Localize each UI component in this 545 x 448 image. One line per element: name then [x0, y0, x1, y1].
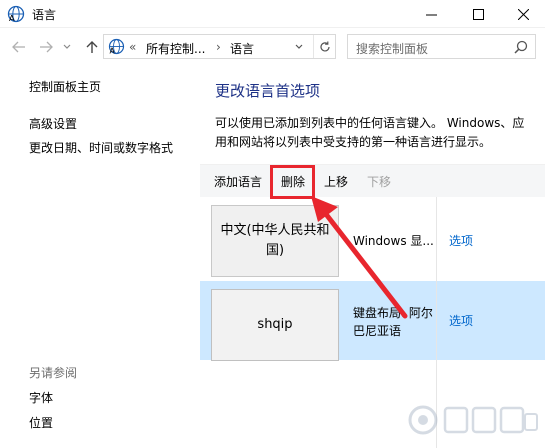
add-language-button[interactable]: 添加语言 [214, 173, 262, 190]
arrow-up-icon [86, 41, 98, 53]
chevron-down-icon [63, 44, 71, 49]
maximize-button[interactable] [455, 0, 501, 28]
minimize-icon [425, 14, 437, 15]
refresh-button[interactable] [313, 35, 336, 58]
page-title: 更改语言首选项 [215, 82, 321, 100]
arrow-right-icon [40, 41, 53, 53]
up-button[interactable] [82, 37, 102, 57]
back-button[interactable] [9, 37, 29, 57]
control-panel-home-link[interactable]: 控制面板主页 [29, 78, 101, 95]
language-tile[interactable]: 中文(中华人民共和国) [211, 205, 339, 277]
address-separator[interactable]: › [216, 40, 221, 54]
svg-text:A: A [9, 14, 15, 23]
chevron-down-icon [295, 44, 303, 49]
see-also-heading: 另请参阅 [29, 366, 78, 380]
language-status: Windows 显... [353, 234, 434, 248]
forward-button[interactable] [36, 37, 56, 57]
move-up-button[interactable]: 上移 [324, 173, 348, 190]
page-description: 可以使用已添加到列表中的任何语言键入。 Windows、应用和网站将以列表中受支… [215, 116, 525, 149]
location-link[interactable]: 位置 [29, 414, 53, 431]
left-navigation-pane: 控制面板主页 高级设置 更改日期、时间或数字格式 另请参阅 字体 位置 [0, 64, 200, 448]
watermark-logo [408, 405, 538, 435]
recent-locations-button[interactable] [61, 37, 73, 57]
address-segment-control-panel[interactable]: 所有控制... [146, 40, 205, 57]
address-overflow[interactable]: « [129, 40, 136, 54]
minimize-button[interactable] [408, 0, 454, 28]
language-options-link[interactable]: 选项 [449, 312, 473, 329]
language-icon: A [7, 5, 25, 23]
title-bar: A 语言 [0, 0, 545, 28]
language-row-shqip[interactable]: shqip 键盘布局: 阿尔巴尼亚语 选项 [200, 281, 545, 361]
language-toolbar: 添加语言 删除 上移 下移 [200, 164, 545, 197]
language-tile[interactable]: shqip [211, 289, 339, 361]
search-box[interactable]: 搜索控制面板 [347, 34, 536, 59]
search-placeholder[interactable]: 搜索控制面板 [356, 40, 428, 57]
language-row-chinese[interactable]: 中文(中华人民共和国) Windows 显... 选项 [200, 197, 545, 277]
svg-text:A: A [110, 47, 116, 56]
search-icon[interactable] [514, 40, 528, 54]
advanced-settings-link[interactable]: 高级设置 [29, 115, 77, 132]
control-panel-icon: A [108, 38, 125, 55]
navigation-bar: A « 所有控制... › 语言 搜索控制面板 [0, 30, 545, 64]
close-button[interactable] [500, 0, 545, 28]
change-date-time-format-link[interactable]: 更改日期、时间或数字格式 [29, 139, 173, 156]
fonts-link[interactable]: 字体 [29, 389, 53, 406]
language-status: 键盘布局: 阿尔巴尼亚语 [353, 306, 433, 338]
language-options-link[interactable]: 选项 [449, 232, 473, 249]
maximize-icon [472, 8, 484, 20]
close-icon [517, 8, 529, 20]
address-history-button[interactable] [292, 40, 306, 54]
window-title: 语言 [32, 8, 57, 22]
refresh-icon [320, 41, 330, 51]
address-segment-language[interactable]: 语言 [230, 40, 254, 57]
address-bar[interactable]: A « 所有控制... › 语言 [103, 34, 336, 59]
move-down-button: 下移 [367, 175, 392, 189]
remove-highlight-box [270, 165, 315, 199]
arrow-left-icon [12, 41, 25, 53]
